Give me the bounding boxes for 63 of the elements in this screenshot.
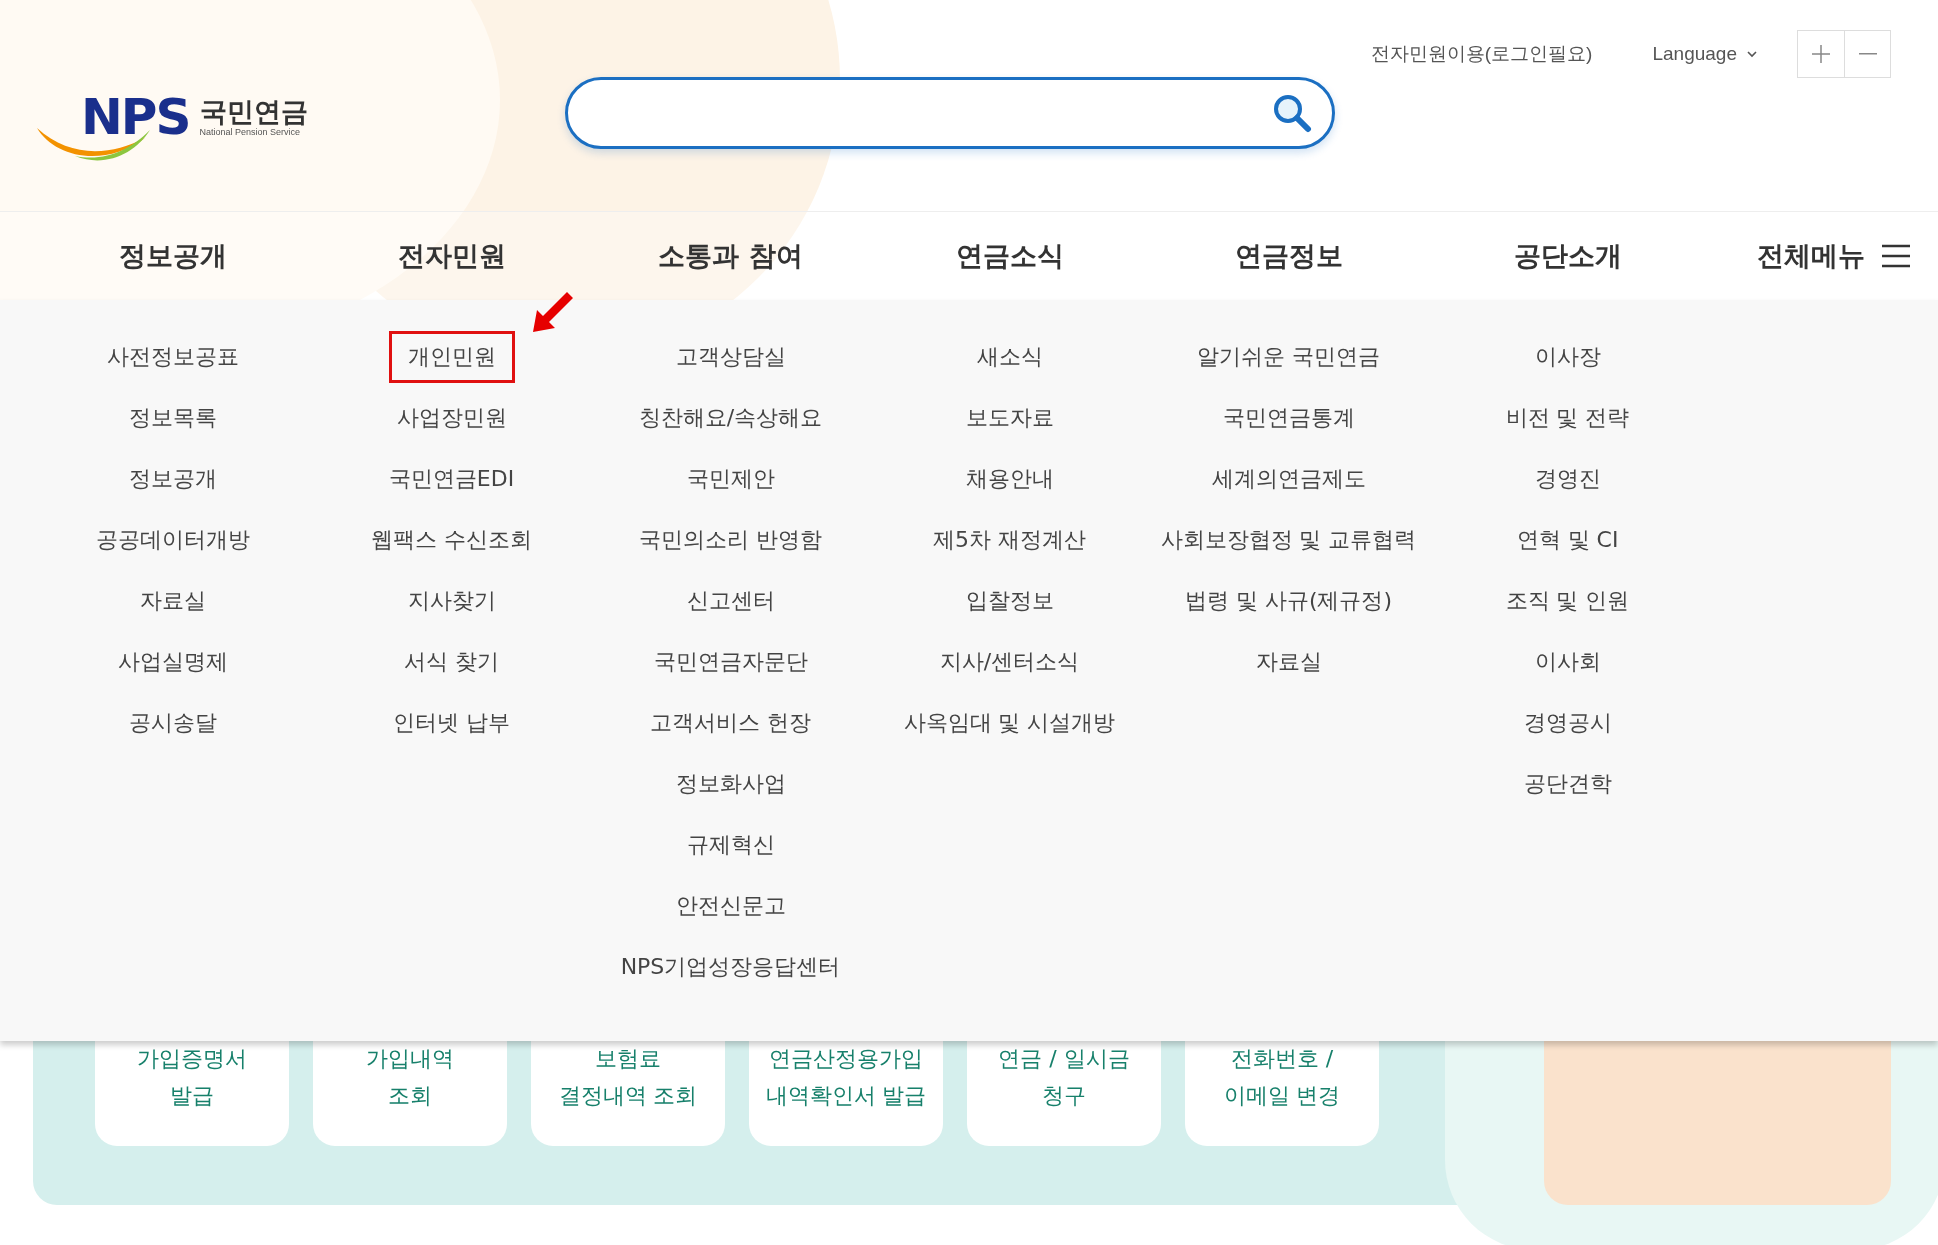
submenu-link[interactable]: 경영진 (1515, 452, 1620, 505)
submenu-link[interactable]: 사전정보공표 (87, 330, 258, 383)
nav-menu-item[interactable]: 정보공개 (33, 238, 312, 274)
submenu-link[interactable]: 법령 및 사규(제규정) (1165, 574, 1412, 627)
submenu-link[interactable]: 서식 찾기 (385, 635, 518, 688)
submenu-link[interactable]: 보도자료 (946, 391, 1073, 444)
plus-icon (1811, 44, 1831, 64)
all-menu-button[interactable]: 전체메뉴 (1757, 238, 1911, 274)
chevron-down-icon (1747, 50, 1757, 58)
logo-name: 국민연금 (199, 97, 308, 127)
submenu-link[interactable]: 규제혁신 (667, 818, 794, 871)
submenu-link[interactable]: 자료실 (1236, 635, 1341, 688)
nav-menu-item[interactable]: 소통과 참여 (591, 238, 870, 274)
submenu-link[interactable]: 고객서비스 헌장 (631, 696, 830, 749)
submenu-link[interactable]: 웹팩스 수신조회 (352, 513, 551, 566)
submenu-link[interactable]: 국민연금EDI (369, 452, 534, 505)
submenu-link[interactable]: 정보화사업 (656, 757, 805, 810)
submenu-link[interactable]: 이사장 (1515, 330, 1620, 383)
submenu-link[interactable]: 입찰정보 (946, 574, 1073, 627)
submenu-link[interactable]: 연혁 및 CI (1497, 513, 1638, 566)
submenu-link[interactable]: 공단견학 (1504, 757, 1631, 810)
login-link[interactable]: 전자민원이용(로그인필요) (1370, 41, 1593, 67)
minus-icon (1857, 53, 1878, 55)
submenu-link[interactable]: 세계의연금제도 (1192, 452, 1385, 505)
submenu-link[interactable]: 자료실 (120, 574, 225, 627)
submenu-link[interactable]: 사옥임대 및 시설개방 (884, 696, 1135, 749)
submenu-link[interactable]: 인터넷 납부 (374, 696, 529, 749)
submenu-link[interactable]: 새소식 (957, 330, 1062, 383)
search-icon[interactable] (1272, 93, 1312, 133)
submenu-link[interactable]: 채용안내 (946, 452, 1073, 505)
submenu-link[interactable]: 사업실명제 (98, 635, 247, 688)
submenu-link[interactable]: 경영공시 (1504, 696, 1631, 749)
language-dropdown[interactable]: Language (1652, 43, 1757, 65)
submenu-link[interactable]: 지사찾기 (388, 574, 515, 627)
submenu-link[interactable]: 정보공개 (109, 452, 236, 505)
submenu-link[interactable]: 국민연금자문단 (634, 635, 827, 688)
menu-icon (1881, 244, 1911, 268)
submenu-link[interactable]: 고객상담실 (656, 330, 805, 383)
submenu-link[interactable]: 칭찬해요/속상해요 (619, 391, 842, 444)
logo-subtitle: National Pension Service (199, 126, 302, 137)
submenu-link[interactable]: 안전신문고 (656, 879, 805, 932)
nav-menu-item[interactable]: 전자민원 (312, 238, 591, 274)
submenu-link[interactable]: 국민의소리 반영함 (620, 513, 841, 566)
submenu-link[interactable]: 비전 및 전략 (1486, 391, 1649, 444)
submenu-link[interactable]: 사업장민원 (377, 391, 526, 444)
submenu-link[interactable]: 조직 및 인원 (1486, 574, 1649, 627)
submenu-link[interactable]: 국민연금통계 (1203, 391, 1374, 444)
nav-menu-item[interactable]: 연금정보 (1149, 238, 1428, 274)
submenu-link[interactable]: 사회보장협정 및 교류협력 (1141, 513, 1436, 566)
submenu-link[interactable]: 정보목록 (109, 391, 236, 444)
submenu-link[interactable]: 개인민원 (388, 330, 515, 383)
submenu-link[interactable]: 공공데이터개방 (76, 513, 269, 566)
submenu-link[interactable]: 이사회 (1515, 635, 1620, 688)
logo-mark: NPS (81, 88, 190, 146)
submenu-link[interactable]: 알기쉬운 국민연금 (1178, 330, 1399, 383)
submenu-link[interactable]: 공시송달 (109, 696, 236, 749)
search-field[interactable] (565, 77, 1335, 149)
submenu-link[interactable]: 지사/센터소식 (920, 635, 1099, 688)
submenu-link[interactable]: 국민제안 (667, 452, 794, 505)
nav-menu-item[interactable]: 공단소개 (1428, 238, 1707, 274)
nav-menu-item[interactable]: 연금소식 (870, 238, 1149, 274)
submenu-link[interactable]: 신고센터 (667, 574, 794, 627)
submenu-link[interactable]: 제5차 재정계산 (914, 513, 1105, 566)
